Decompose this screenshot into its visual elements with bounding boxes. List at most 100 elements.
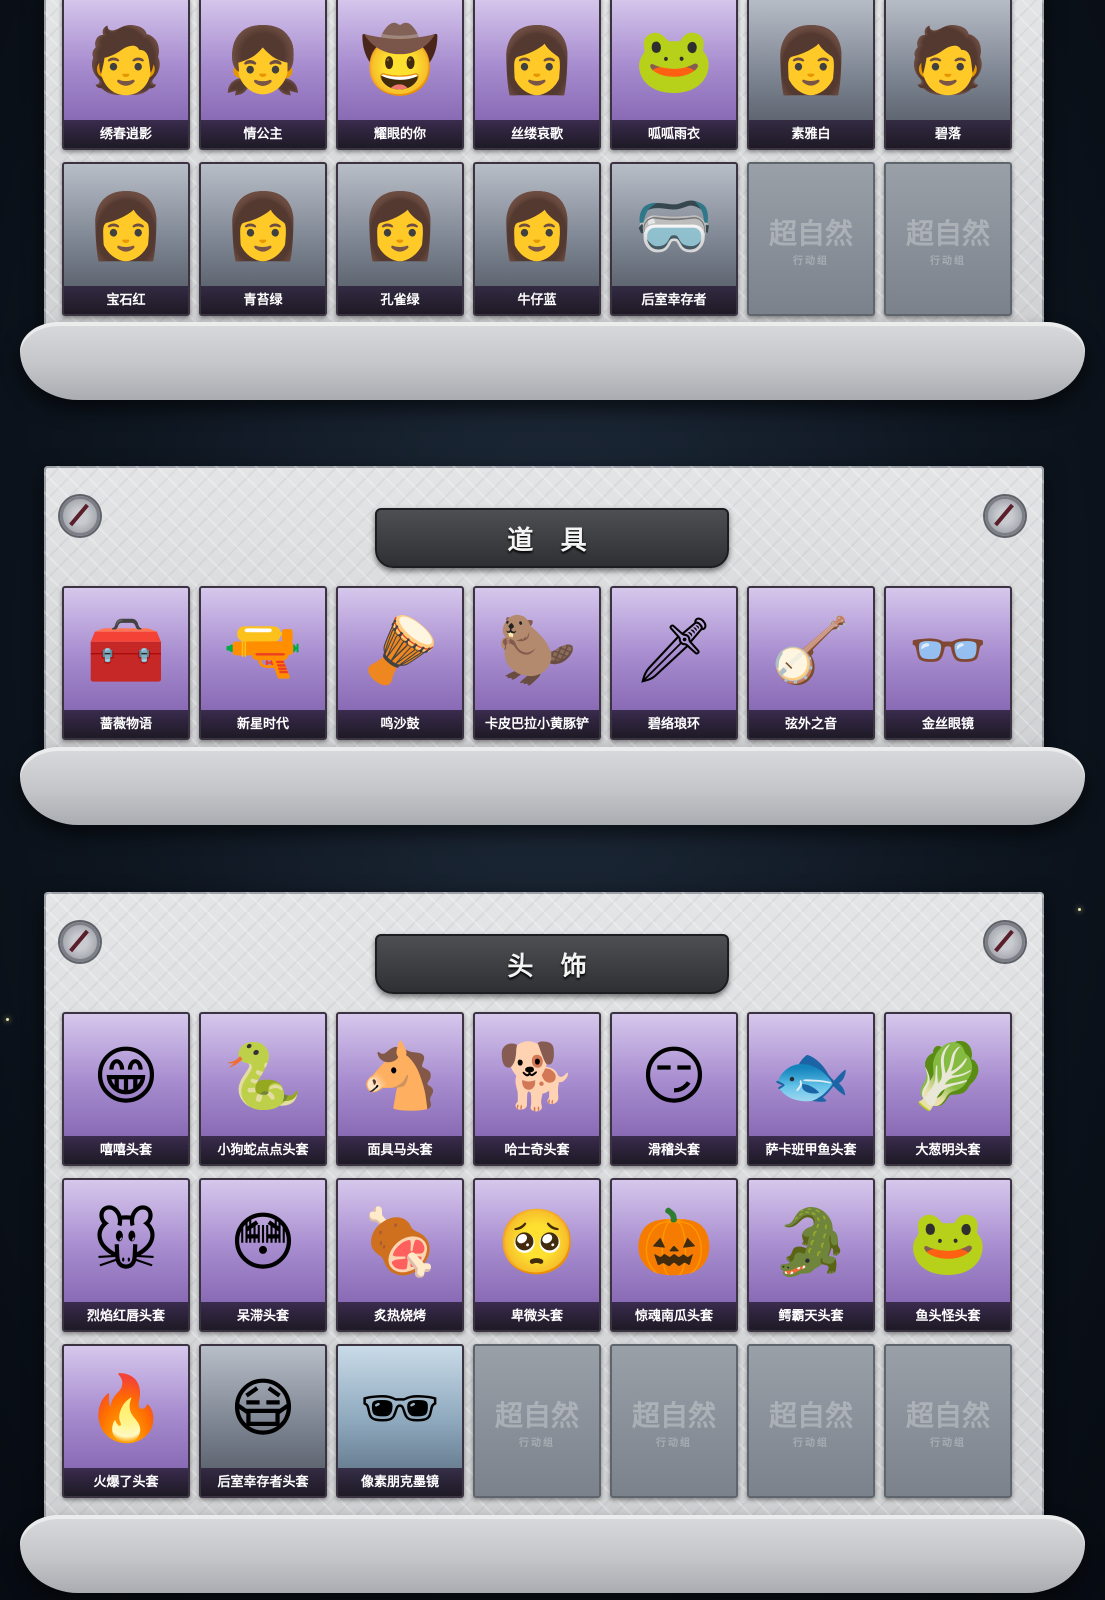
item-label: 情公主 xyxy=(201,120,325,148)
item-card[interactable]: 🥬 大葱明头套 xyxy=(884,1012,1012,1166)
item-card[interactable]: 🍖 炙热烧烤 xyxy=(336,1178,464,1332)
item-card[interactable]: 🧑 绣春逍影 xyxy=(62,0,190,150)
empty-slot-subtitle: 行动组 xyxy=(519,1437,555,1449)
pixel-sunglasses-icon: 🕶 xyxy=(359,1372,441,1444)
item-label: 丝缕哀歌 xyxy=(475,120,599,148)
character-portrait-icon: 👩 xyxy=(86,190,166,262)
grin-mask-icon: 😁 xyxy=(92,1040,160,1112)
humble-mask-icon: 🥺 xyxy=(497,1206,577,1278)
item-card[interactable]: 🐕 哈士奇头套 xyxy=(473,1012,601,1166)
item-card[interactable]: 🐊 鳄霸天头套 xyxy=(747,1178,875,1332)
item-label: 嘻嘻头套 xyxy=(64,1136,188,1164)
item-label: 面具马头套 xyxy=(338,1136,462,1164)
item-label: 哈士奇头套 xyxy=(475,1136,599,1164)
empty-slot-brand: 超自然 xyxy=(631,1399,716,1431)
revolver-icon: 🔫 xyxy=(223,614,303,686)
item-label: 牛仔蓝 xyxy=(475,286,599,314)
lute-icon: 🪕 xyxy=(771,614,851,686)
character-portrait-icon: 👩 xyxy=(360,190,440,262)
item-card[interactable]: 😳 呆滞头套 xyxy=(199,1178,327,1332)
character-portrait-icon: 🧑 xyxy=(86,24,166,96)
character-portrait-icon: 👩 xyxy=(497,190,577,262)
empty-item-slot[interactable]: 超自然 行动组 xyxy=(884,1344,1012,1498)
item-label: 金丝眼镜 xyxy=(886,710,1010,738)
item-label: 卑微头套 xyxy=(475,1302,599,1330)
item-card[interactable]: 🐭 烈焰红唇头套 xyxy=(62,1178,190,1332)
headwear-section-title: 头 饰 xyxy=(507,950,597,981)
item-card[interactable]: 🥽 后室幸存者 xyxy=(610,162,738,316)
snake-mask-icon: 🐍 xyxy=(223,1040,303,1112)
item-label: 弦外之音 xyxy=(749,710,873,738)
item-card[interactable]: 🔥 火爆了头套 xyxy=(62,1344,190,1498)
item-card[interactable]: 😷 后室幸存者头套 xyxy=(199,1344,327,1498)
item-card[interactable]: 🥺 卑微头套 xyxy=(473,1178,601,1332)
item-card[interactable]: 👩 青苔绿 xyxy=(199,162,327,316)
empty-slot-subtitle: 行动组 xyxy=(656,1437,692,1449)
item-card[interactable]: 👧 情公主 xyxy=(199,0,327,150)
item-label: 小狗蛇点点头套 xyxy=(201,1136,325,1164)
item-card[interactable]: 😁 嘻嘻头套 xyxy=(62,1012,190,1166)
empty-item-slot[interactable]: 超自然 行动组 xyxy=(747,1344,875,1498)
glasses-icon: 👓 xyxy=(908,614,988,686)
props-section-title: 道 具 xyxy=(507,524,597,555)
empty-slot-icon: 超自然 行动组 xyxy=(886,1346,1010,1496)
empty-slot-brand: 超自然 xyxy=(768,217,853,249)
empty-slot-icon: 超自然 行动组 xyxy=(749,164,873,314)
dog-mask-icon: 🐕 xyxy=(497,1040,577,1112)
item-label: 像素朋克墨镜 xyxy=(338,1468,462,1496)
item-card[interactable]: 🦫 卡皮巴拉小黄豚铲 xyxy=(473,586,601,740)
fishman-mask-icon: 🐸 xyxy=(908,1206,988,1278)
sparkle-decoration xyxy=(1078,908,1081,911)
character-portrait-icon: 🧑 xyxy=(908,24,988,96)
empty-item-slot[interactable]: 超自然 行动组 xyxy=(884,162,1012,316)
gas-mask-icon: 😷 xyxy=(229,1372,297,1444)
blade-icon: 🗡 xyxy=(633,614,715,686)
headwear-section-banner: 头 饰 xyxy=(375,934,729,994)
item-label: 萨卡班甲鱼头套 xyxy=(749,1136,873,1164)
item-label: 蔷薇物语 xyxy=(64,710,188,738)
item-card[interactable]: 🐟 萨卡班甲鱼头套 xyxy=(747,1012,875,1166)
item-label: 滑稽头套 xyxy=(612,1136,736,1164)
item-card[interactable]: 🐸 呱呱雨衣 xyxy=(610,0,738,150)
item-card[interactable]: 🪘 鸣沙鼓 xyxy=(336,586,464,740)
empty-item-slot[interactable]: 超自然 行动组 xyxy=(610,1344,738,1498)
item-label: 呱呱雨衣 xyxy=(612,120,736,148)
item-label: 鳄霸天头套 xyxy=(749,1302,873,1330)
empty-slot-subtitle: 行动组 xyxy=(793,1437,829,1449)
item-card[interactable]: 🎃 惊魂南瓜头套 xyxy=(610,1178,738,1332)
item-card[interactable]: 👩 宝石红 xyxy=(62,162,190,316)
item-card[interactable]: 🧑 碧落 xyxy=(884,0,1012,150)
smirk-mask-icon: 😏 xyxy=(640,1040,708,1112)
item-card[interactable]: 🐸 鱼头怪头套 xyxy=(884,1178,1012,1332)
item-card[interactable]: 🕶 像素朋克墨镜 xyxy=(336,1344,464,1498)
character-portrait-icon: 🥽 xyxy=(634,190,714,262)
item-card[interactable]: 😏 滑稽头套 xyxy=(610,1012,738,1166)
empty-slot-icon: 超自然 行动组 xyxy=(612,1346,736,1496)
item-card[interactable]: 👩 孔雀绿 xyxy=(336,162,464,316)
item-label: 后室幸存者 xyxy=(612,286,736,314)
item-card[interactable]: 🪕 弦外之音 xyxy=(747,586,875,740)
item-label: 耀眼的你 xyxy=(338,120,462,148)
empty-item-slot[interactable]: 超自然 行动组 xyxy=(473,1344,601,1498)
empty-item-slot[interactable]: 超自然 行动组 xyxy=(747,162,875,316)
item-label: 碧落 xyxy=(886,120,1010,148)
item-card[interactable]: 🔫 新星时代 xyxy=(199,586,327,740)
empty-slot-subtitle: 行动组 xyxy=(930,255,966,267)
capybara-shovel-icon: 🦫 xyxy=(497,614,577,686)
item-card[interactable]: 👩 丝缕哀歌 xyxy=(473,0,601,150)
item-card[interactable]: 🐴 面具马头套 xyxy=(336,1012,464,1166)
grill-mask-icon: 🍖 xyxy=(360,1206,440,1278)
item-label: 后室幸存者头套 xyxy=(201,1468,325,1496)
item-card[interactable]: 🤠 耀眼的你 xyxy=(336,0,464,150)
empty-slot-brand: 超自然 xyxy=(905,217,990,249)
props-panel-scroll-bottom xyxy=(20,747,1085,825)
item-card[interactable]: 🧰 蔷薇物语 xyxy=(62,586,190,740)
headwear-panel-scroll-bottom xyxy=(20,1515,1085,1593)
item-card[interactable]: 👩 牛仔蓝 xyxy=(473,162,601,316)
item-label: 鱼头怪头套 xyxy=(886,1302,1010,1330)
item-card[interactable]: 🐍 小狗蛇点点头套 xyxy=(199,1012,327,1166)
item-card[interactable]: 🗡 碧络琅环 xyxy=(610,586,738,740)
item-label: 孔雀绿 xyxy=(338,286,462,314)
item-card[interactable]: 👓 金丝眼镜 xyxy=(884,586,1012,740)
item-card[interactable]: 👩 素雅白 xyxy=(747,0,875,150)
